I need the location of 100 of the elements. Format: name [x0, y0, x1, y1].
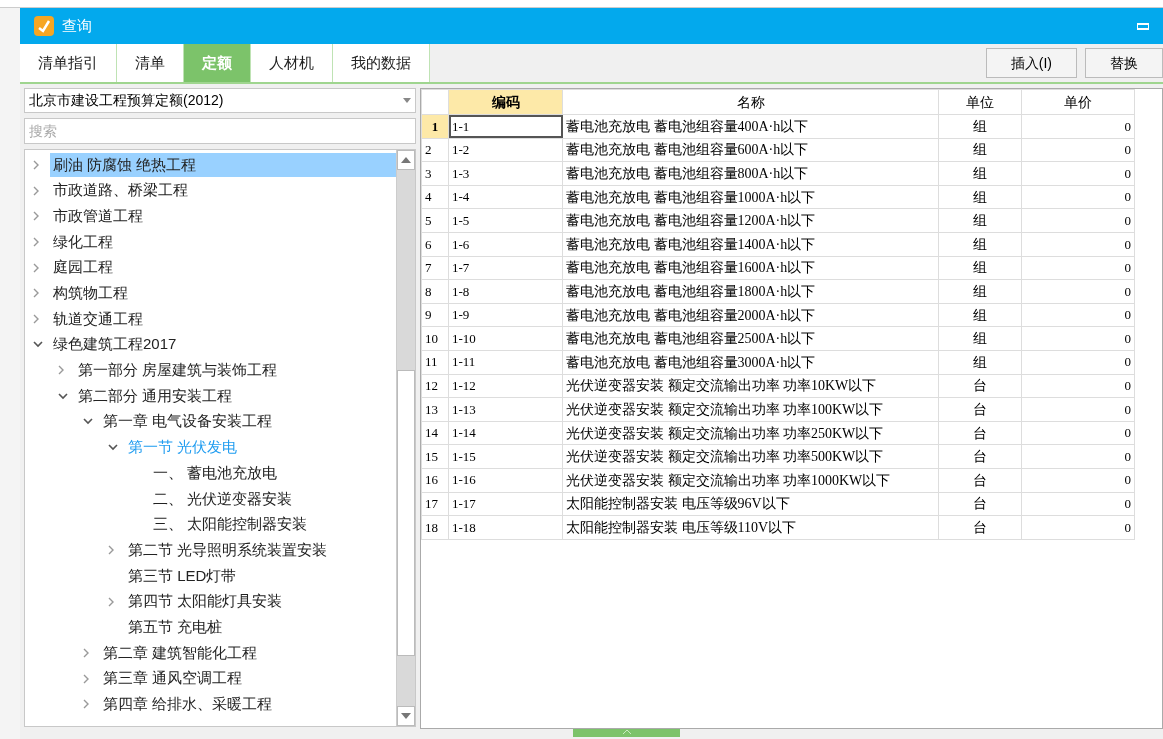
row-number: 9 [421, 303, 449, 327]
unit-cell: 台 [938, 444, 1022, 469]
name-cell: 太阳能控制器安装 电压等级96V以下 [562, 492, 939, 516]
library-dropdown[interactable]: 北京市建设工程预算定额(2012) [24, 88, 416, 113]
name-cell: 蓄电池充放电 蓄电池组容量1400A·h以下 [562, 232, 939, 257]
unit-cell: 组 [938, 279, 1022, 304]
row-number: 13 [421, 397, 449, 422]
scrollbar[interactable] [396, 150, 415, 726]
toolbar-button[interactable]: 替换 [1085, 48, 1163, 78]
chevron-down-icon[interactable] [58, 392, 68, 400]
code-cell: 1-12 [448, 374, 563, 398]
unit-cell: 组 [938, 114, 1022, 139]
toolbar-button[interactable]: 插入(I) [985, 48, 1077, 78]
price-cell: 0 [1021, 303, 1135, 327]
name-cell: 蓄电池充放电 蓄电池组容量2500A·h以下 [562, 326, 939, 351]
price-cell: 0 [1021, 161, 1135, 186]
tree-item[interactable]: 第五节 充电桩 [125, 615, 227, 640]
chevron-right-icon[interactable] [58, 365, 65, 376]
code-cell: 1-5 [448, 208, 563, 233]
row-number: 10 [421, 326, 449, 351]
tree-item[interactable]: 庭园工程 [50, 255, 117, 280]
chevron-down-icon[interactable] [108, 443, 118, 451]
chevron-right-icon[interactable] [83, 673, 90, 684]
chevron-right-icon[interactable] [33, 288, 40, 299]
tree-item[interactable]: 绿化工程 [50, 229, 117, 254]
scroll-down-icon[interactable] [401, 713, 411, 719]
name-cell: 蓄电池充放电 蓄电池组容量1800A·h以下 [562, 279, 939, 304]
column-header[interactable]: 单价 [1021, 89, 1135, 115]
tree-item[interactable]: 第二章 建筑智能化工程 [100, 640, 262, 665]
tab[interactable]: 人材机 [251, 44, 333, 82]
unit-cell: 组 [938, 138, 1022, 162]
tab[interactable]: 清单指引 [20, 44, 117, 82]
name-cell: 蓄电池充放电 蓄电池组容量1600A·h以下 [562, 256, 939, 280]
scroll-up-icon[interactable] [401, 157, 411, 163]
column-header[interactable]: 编码 [448, 89, 563, 115]
price-cell: 0 [1021, 279, 1135, 304]
price-cell: 0 [1021, 397, 1135, 422]
row-number: 5 [421, 208, 449, 233]
name-cell: 太阳能控制器安装 电压等级110V以下 [562, 515, 939, 540]
chevron-right-icon[interactable] [108, 545, 115, 556]
column-header[interactable]: 单位 [938, 89, 1022, 115]
column-header[interactable]: 名称 [562, 89, 939, 115]
unit-cell: 组 [938, 161, 1022, 186]
chevron-right-icon[interactable] [33, 185, 40, 196]
row-number: 7 [421, 256, 449, 280]
chevron-right-icon[interactable] [33, 211, 40, 222]
row-number: 12 [421, 374, 449, 398]
search-field[interactable]: 搜索 [24, 118, 416, 144]
tree-item[interactable]: 市政道路、桥梁工程 [50, 178, 192, 203]
tree-item[interactable]: 二、 光伏逆变器安装 [150, 486, 297, 511]
tab[interactable]: 清单 [117, 44, 184, 82]
price-cell: 0 [1021, 374, 1135, 398]
unit-cell: 台 [938, 397, 1022, 422]
tree-item[interactable]: 市政管道工程 [50, 204, 147, 229]
app-logo-icon [34, 16, 54, 36]
row-number: 2 [421, 138, 449, 162]
tree-item[interactable]: 第四章 给排水、采暖工程 [100, 692, 277, 717]
code-cell: 1-17 [448, 492, 563, 516]
chevron-right-icon[interactable] [83, 699, 90, 710]
tree-item[interactable]: 绿色建筑工程2017 [50, 332, 181, 357]
name-cell: 光伏逆变器安装 额定交流输出功率 功率10KW以下 [562, 374, 939, 398]
price-cell: 0 [1021, 515, 1135, 540]
tree-item[interactable]: 三、 太阳能控制器安装 [150, 512, 312, 537]
name-cell: 光伏逆变器安装 额定交流输出功率 功率100KW以下 [562, 397, 939, 422]
price-cell: 0 [1021, 138, 1135, 162]
tree-item[interactable]: 第四节 太阳能灯具安装 [125, 589, 287, 614]
chevron-down-icon[interactable] [33, 341, 43, 349]
code-cell: 1-7 [448, 256, 563, 280]
window-title: 查询 [62, 15, 92, 36]
chevron-right-icon[interactable] [33, 262, 40, 273]
chevron-right-icon[interactable] [33, 313, 40, 324]
code-cell: 1-18 [448, 515, 563, 540]
tree-item[interactable]: 第二节 光导照明系统装置安装 [125, 538, 332, 563]
tree-item[interactable]: 第三章 通风空调工程 [100, 666, 247, 691]
price-cell: 0 [1021, 232, 1135, 257]
dropdown-caret-icon [403, 98, 411, 103]
splitter-handle[interactable] [573, 729, 680, 737]
tree-item[interactable]: 一、 蓄电池充放电 [150, 461, 282, 486]
tree-item[interactable]: 轨道交通工程 [50, 306, 147, 331]
tree-item[interactable]: 构筑物工程 [50, 281, 132, 306]
code-cell: 1-2 [448, 138, 563, 162]
chevron-right-icon[interactable] [33, 236, 40, 247]
tree-item[interactable]: 第二部分 通用安装工程 [75, 384, 237, 409]
tree-item[interactable]: 第一章 电气设备安装工程 [100, 409, 277, 434]
price-cell: 0 [1021, 492, 1135, 516]
tree-item[interactable]: 刷油 防腐蚀 绝热工程 [50, 152, 396, 177]
unit-cell: 台 [938, 374, 1022, 398]
tab[interactable]: 我的数据 [333, 44, 430, 82]
minimize-icon[interactable] [1137, 21, 1149, 31]
row-number: 17 [421, 492, 449, 516]
name-cell: 光伏逆变器安装 额定交流输出功率 功率1000KW以下 [562, 468, 939, 492]
tree-item[interactable]: 第一部分 房屋建筑与装饰工程 [75, 358, 282, 383]
chevron-right-icon[interactable] [33, 159, 40, 170]
row-number: 14 [421, 421, 449, 445]
chevron-right-icon[interactable] [83, 647, 90, 658]
chevron-down-icon[interactable] [83, 418, 93, 426]
scroll-thumb[interactable] [397, 370, 415, 656]
tree-item[interactable]: 第三节 LED灯带 [125, 563, 241, 588]
name-cell: 光伏逆变器安装 额定交流输出功率 功率500KW以下 [562, 444, 939, 469]
chevron-right-icon[interactable] [108, 596, 115, 607]
